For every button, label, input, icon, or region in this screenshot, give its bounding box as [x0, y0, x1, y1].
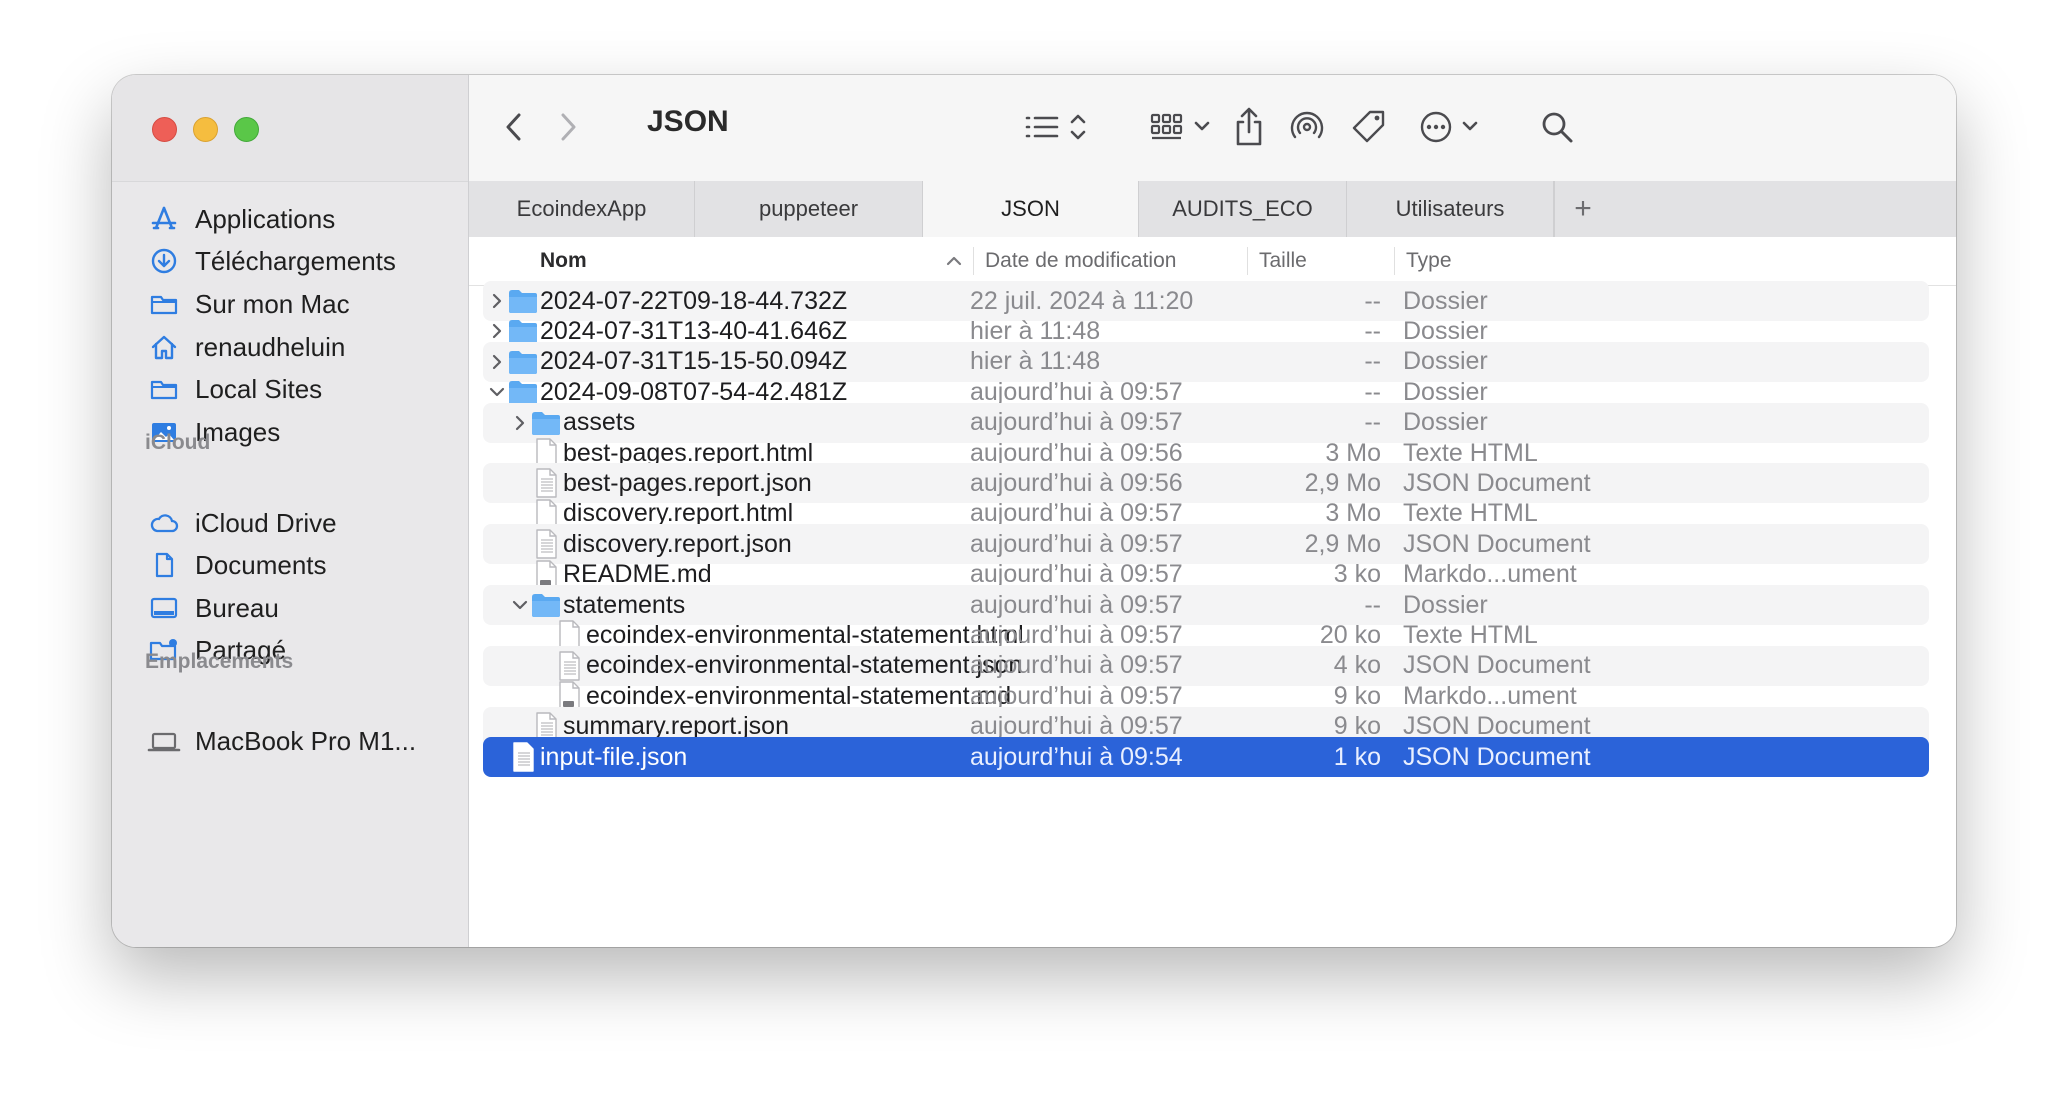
grid-icon [1150, 113, 1183, 140]
downloads-icon [147, 244, 181, 278]
home-icon [147, 330, 181, 364]
document-icon [147, 548, 181, 582]
forward-button[interactable] [553, 105, 583, 149]
search-button[interactable] [1537, 105, 1577, 149]
sidebar-item-label: renaudheluin [195, 331, 346, 362]
search-icon [1542, 112, 1573, 143]
sidebar-item-label: Applications [195, 203, 336, 234]
disclosure-expanded-icon[interactable] [508, 593, 532, 617]
tab-ecoindexapp[interactable]: EcoindexApp [469, 181, 695, 237]
file-row[interactable]: input-file.json aujourd’hui à 09:54 1 ko JS… [483, 737, 1929, 777]
sidebar-item-label: MacBook Pro M1... [195, 725, 417, 756]
sidebar-item-label: Documents [195, 549, 327, 580]
column-name[interactable]: Nom [540, 237, 587, 285]
sidebar: Applications Téléchargements Sur mon Mac… [112, 75, 469, 947]
tab-audits-eco[interactable]: AUDITS_ECO [1139, 181, 1347, 237]
tab-puppeteer[interactable]: puppeteer [695, 181, 923, 237]
disclosure-collapsed-icon[interactable] [485, 289, 509, 313]
column-separator[interactable] [1394, 247, 1395, 275]
disclosure-expanded-icon[interactable] [485, 380, 509, 404]
chevron-left-icon [506, 113, 521, 141]
finder-window: Applications Téléchargements Sur mon Mac… [112, 75, 1956, 947]
airdrop-button[interactable] [1287, 105, 1327, 149]
chevron-down-icon [1462, 121, 1478, 131]
main-area: JSON EcoindexApp puppeteer JSON AUDITS_E… [469, 75, 1956, 947]
group-button[interactable] [1147, 105, 1211, 149]
sidebar-item-label: Sur mon Mac [195, 288, 350, 319]
column-separator[interactable] [1247, 247, 1248, 275]
share-button[interactable] [1231, 105, 1267, 149]
tab-json[interactable]: JSON [923, 181, 1139, 237]
minimize-button[interactable] [193, 117, 218, 142]
chevron-updown-icon [1070, 114, 1086, 140]
desktop-icon [147, 591, 181, 625]
more-actions-button[interactable] [1417, 105, 1479, 149]
file-kind: JSON Document [1403, 742, 1591, 771]
tab-utilisateurs[interactable]: Utilisateurs [1347, 181, 1554, 237]
sidebar-item-label: Bureau [195, 592, 279, 623]
window-controls [152, 117, 259, 142]
window-title: JSON [647, 105, 729, 138]
airdrop-icon [1290, 111, 1324, 139]
new-tab-button[interactable]: + [1554, 181, 1611, 237]
sidebar-item-macbook[interactable]: MacBook Pro M1... [147, 715, 416, 767]
share-icon [1236, 107, 1262, 146]
chevron-right-icon [561, 113, 576, 141]
laptop-icon [147, 724, 181, 758]
disclosure-collapsed-icon[interactable] [485, 350, 509, 374]
cloud-icon [147, 506, 181, 540]
zoom-button[interactable] [234, 117, 259, 142]
sort-ascending-icon[interactable] [944, 237, 964, 285]
toolbar: JSON [469, 75, 1956, 182]
folder-icon [147, 287, 181, 321]
disclosure-collapsed-icon[interactable] [508, 411, 532, 435]
file-size: 1 ko [1333, 742, 1381, 771]
column-date[interactable]: Date de modification [985, 237, 1176, 285]
tag-icon [1352, 110, 1385, 143]
disclosure-collapsed-icon[interactable] [485, 319, 509, 343]
column-separator[interactable] [973, 247, 974, 275]
sidebar-item-label: iCloud Drive [195, 507, 337, 538]
column-size[interactable]: Taille [1259, 237, 1307, 285]
file-name: input-file.json [540, 742, 688, 771]
sidebar-item-label: Local Sites [195, 373, 323, 404]
tag-button[interactable] [1349, 105, 1389, 149]
applications-icon [147, 202, 181, 236]
sidebar-section-locations: Emplacements [145, 650, 294, 673]
view-mode-button[interactable] [1022, 105, 1088, 149]
close-button[interactable] [152, 117, 177, 142]
file-date: aujourd’hui à 09:54 [970, 742, 1183, 771]
list-view-icon [1025, 116, 1059, 138]
column-kind[interactable]: Type [1406, 237, 1452, 285]
json-file-icon [507, 741, 539, 773]
back-button[interactable] [499, 105, 529, 149]
sidebar-item-label: Téléchargements [195, 245, 396, 276]
folder-icon [147, 372, 181, 406]
chevron-down-icon [1194, 121, 1210, 131]
sidebar-section-icloud: iCloud [145, 431, 211, 454]
column-header: Nom Date de modification Taille Type [469, 237, 1956, 286]
ellipsis-circle-icon [1420, 111, 1452, 143]
tab-bar: EcoindexApp puppeteer JSON AUDITS_ECO Ut… [469, 181, 1956, 238]
